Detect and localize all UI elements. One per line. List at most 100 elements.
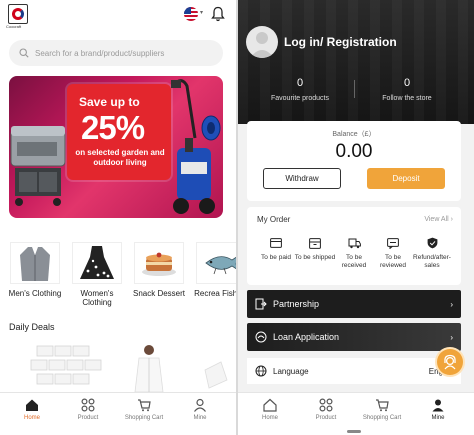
tab-label: Product <box>77 415 99 421</box>
category-label: Snack Dessert <box>132 289 186 298</box>
us-flag-icon[interactable] <box>184 7 198 21</box>
daily-deals-images[interactable] <box>9 340 231 392</box>
home-screen: Coocraft ▾ Search for a brand/product/su… <box>0 0 236 435</box>
partnership-label: Partnership <box>273 299 320 309</box>
person-icon <box>432 399 444 412</box>
chevron-down-icon[interactable]: ▾ <box>200 9 203 16</box>
customer-service-button[interactable] <box>437 349 463 375</box>
wallet-icon <box>270 238 282 248</box>
profile-header: Log in/ Registration 0 Favourite product… <box>238 0 474 124</box>
balance-value: 0.00 <box>335 141 373 162</box>
my-order-card: My Order View All › To be paid To be shi… <box>247 207 461 285</box>
category-womens-clothing[interactable]: Women's Clothing <box>69 242 125 307</box>
truck-icon <box>348 238 361 248</box>
tab-shopping-cart[interactable]: Shopping Cart <box>354 397 410 421</box>
tab-label: Home <box>23 415 40 421</box>
order-to-be-reviewed[interactable]: To be reviewed <box>372 237 414 270</box>
globe-icon <box>255 365 267 377</box>
order-label: To be reviewed <box>379 254 406 269</box>
loan-application-row[interactable]: Loan Application › <box>247 323 461 351</box>
home-icon <box>26 399 38 411</box>
shield-icon <box>427 237 437 249</box>
my-order-title: My Order <box>257 215 291 224</box>
loan-application-label: Loan Application <box>273 332 340 342</box>
login-registration-link[interactable]: Log in/ Registration <box>284 35 397 49</box>
tab-mine[interactable]: Mine <box>172 397 228 421</box>
tab-home[interactable]: Home <box>242 397 298 421</box>
balance-card: Balance（£） 0.00 Withdraw Deposit <box>247 121 461 201</box>
promo-percent: 25% <box>81 109 145 146</box>
tab-label: Home <box>261 415 278 421</box>
promo-headline: Save up to <box>79 95 140 109</box>
pressure-washer-image <box>171 79 221 214</box>
cart-icon <box>376 399 389 412</box>
tab-mine[interactable]: Mine <box>410 397 466 421</box>
search-placeholder: Search for a brand/product/suppliers <box>35 48 165 58</box>
order-label: To be paid <box>261 254 291 261</box>
daily-deals-title: Daily Deals <box>9 322 55 332</box>
language-label: Language <box>273 366 309 376</box>
cart-icon <box>138 399 151 412</box>
favourite-label: Favourite products <box>271 95 329 102</box>
bottom-tab-bar: Home Product Shopping Cart Mine <box>238 392 474 435</box>
loan-icon <box>255 331 267 343</box>
tab-shopping-cart[interactable]: Shopping Cart <box>116 397 172 421</box>
search-input[interactable]: Search for a brand/product/suppliers <box>9 40 223 66</box>
home-indicator <box>347 430 361 433</box>
order-label: To be shipped <box>294 254 336 261</box>
promo-banner[interactable]: Save up to 25% on selected garden and ou… <box>9 76 223 218</box>
category-snack-dessert[interactable]: Snack Dessert <box>131 242 187 298</box>
order-to-be-paid[interactable]: To be paid <box>255 237 297 262</box>
logo-text: Coocraft <box>6 24 22 29</box>
home-icon <box>263 398 277 412</box>
app-logo[interactable] <box>8 4 28 24</box>
grill-image <box>10 126 66 206</box>
order-to-be-received[interactable]: To be received <box>333 237 375 270</box>
bottom-tab-bar: Home Product Shopping Cart Mine <box>0 392 236 435</box>
chevron-right-icon: › <box>450 299 453 309</box>
order-to-be-shipped[interactable]: To be shipped <box>294 237 336 262</box>
category-recreation-fishing[interactable]: Recrea Fishing <box>193 242 236 298</box>
tab-label: Mine <box>431 415 445 421</box>
follow-label: Follow the store <box>382 95 432 102</box>
withdraw-button[interactable]: Withdraw <box>263 168 341 189</box>
category-label: Recrea Fishing <box>194 289 236 298</box>
chevron-right-icon: › <box>450 332 453 342</box>
category-label: Men's Clothing <box>8 289 62 298</box>
tab-home[interactable]: Home <box>4 397 60 421</box>
tab-product[interactable]: Product <box>60 397 116 421</box>
deposit-button[interactable]: Deposit <box>367 168 445 189</box>
tab-label: Product <box>315 415 337 421</box>
balance-label: Balance（£） <box>332 131 376 138</box>
mens-clothing-image <box>10 242 60 284</box>
promo-subtext: on selected garden and outdoor living <box>75 148 165 167</box>
category-mens-clothing[interactable]: Men's Clothing <box>7 242 63 298</box>
category-label: Women's Clothing <box>80 289 114 307</box>
grid-icon <box>81 398 95 412</box>
tab-label: Shopping Cart <box>362 415 402 421</box>
language-row[interactable]: Language English <box>247 358 461 384</box>
box-icon <box>309 237 321 249</box>
view-all-link[interactable]: View All › <box>424 216 453 223</box>
person-icon <box>194 398 206 412</box>
view-all-label: View All <box>424 216 449 223</box>
tab-label: Mine <box>193 415 207 421</box>
search-icon <box>19 48 29 58</box>
avatar[interactable] <box>246 26 278 58</box>
mine-screen: Log in/ Registration 0 Favourite product… <box>238 0 474 435</box>
tab-product[interactable]: Product <box>298 397 354 421</box>
partnership-icon <box>255 298 267 310</box>
order-label: To be received <box>341 254 367 269</box>
fishing-lure-image <box>196 242 236 284</box>
grid-icon <box>319 398 333 412</box>
review-icon <box>387 237 399 249</box>
partnership-row[interactable]: Partnership › <box>247 290 461 318</box>
follow-count[interactable]: 0 <box>367 77 447 89</box>
tab-label: Shopping Cart <box>124 415 164 421</box>
favourite-count[interactable]: 0 <box>260 77 340 89</box>
snack-dessert-image <box>134 242 184 284</box>
stat-divider <box>354 80 355 98</box>
bell-icon[interactable] <box>211 6 225 22</box>
order-refund-after-sales[interactable]: Refund/after-sales <box>411 237 453 270</box>
support-agent-icon <box>444 354 456 370</box>
